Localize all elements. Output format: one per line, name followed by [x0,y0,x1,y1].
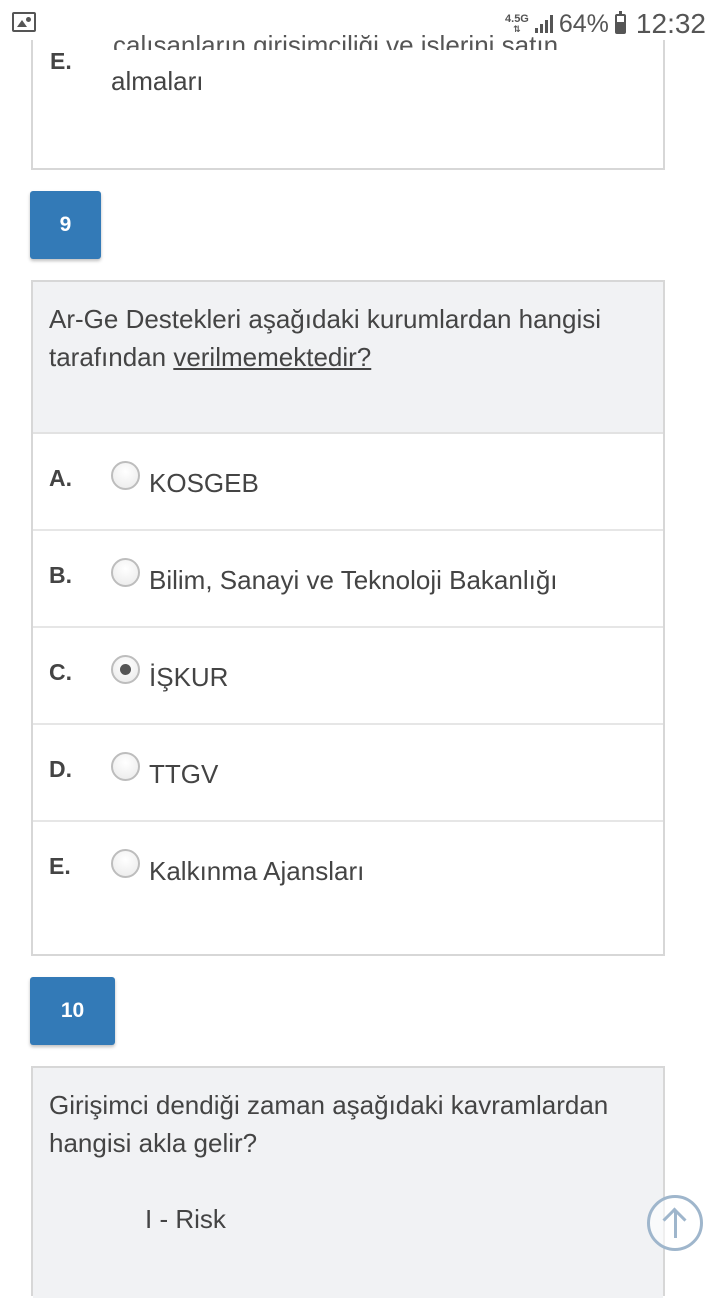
previous-option-text-cut: çalışanların girişimciliği ve işlerini s… [113,30,559,50]
option-letter: E. [49,853,71,879]
question-text-underlined: verilmemektedir? [173,342,372,372]
option-label: Kalkınma Ajansları [149,856,365,886]
option-letter: D. [49,756,72,782]
question-card-9: Ar-Ge Destekleri aşağıdaki kurumlardan h… [31,280,665,956]
option-a[interactable]: A. KOSGEB [33,434,663,531]
image-icon [12,12,36,32]
option-letter: C. [49,659,72,685]
radio-button-c[interactable] [111,655,140,684]
status-clock: 12:32 [635,8,706,39]
option-label: TTGV [149,759,219,789]
radio-button-e[interactable] [111,849,140,878]
option-label: İŞKUR [149,662,229,692]
question-text-9: Ar-Ge Destekleri aşağıdaki kurumlardan h… [33,282,663,434]
question-number-badge-10: 10 [30,977,115,1045]
option-label: KOSGEB [149,468,259,498]
question-text-10: Girişimci dendiği zaman aşağıdaki kavram… [33,1068,663,1298]
previous-option-text: almaları [111,66,204,96]
radio-button-b[interactable] [111,558,140,587]
previous-option-letter: E. [50,48,72,74]
question-number-badge-9: 9 [30,191,101,259]
radio-button-a[interactable] [111,461,140,490]
option-b[interactable]: B. Bilim, Sanayi ve Teknoloji Bakanlığı [33,531,663,628]
radio-button-d[interactable] [111,752,140,781]
option-label: Bilim, Sanayi ve Teknoloji Bakanlığı [149,565,558,595]
option-letter: A. [49,465,72,491]
option-letter: B. [49,562,72,588]
option-e[interactable]: E. Kalkınma Ajansları [33,822,663,919]
arrow-up-circle-icon[interactable] [647,1195,703,1251]
question-text-main: Girişimci dendiği zaman aşağıdaki kavram… [49,1090,609,1158]
option-c[interactable]: C. İŞKUR [33,628,663,725]
question-card-10: Girişimci dendiği zaman aşağıdaki kavram… [31,1066,665,1298]
previous-question-card: çalışanların girişimciliği ve işlerini s… [31,30,665,170]
option-d[interactable]: D. TTGV [33,725,663,822]
question-item-1: I - Risk [145,1204,226,1234]
